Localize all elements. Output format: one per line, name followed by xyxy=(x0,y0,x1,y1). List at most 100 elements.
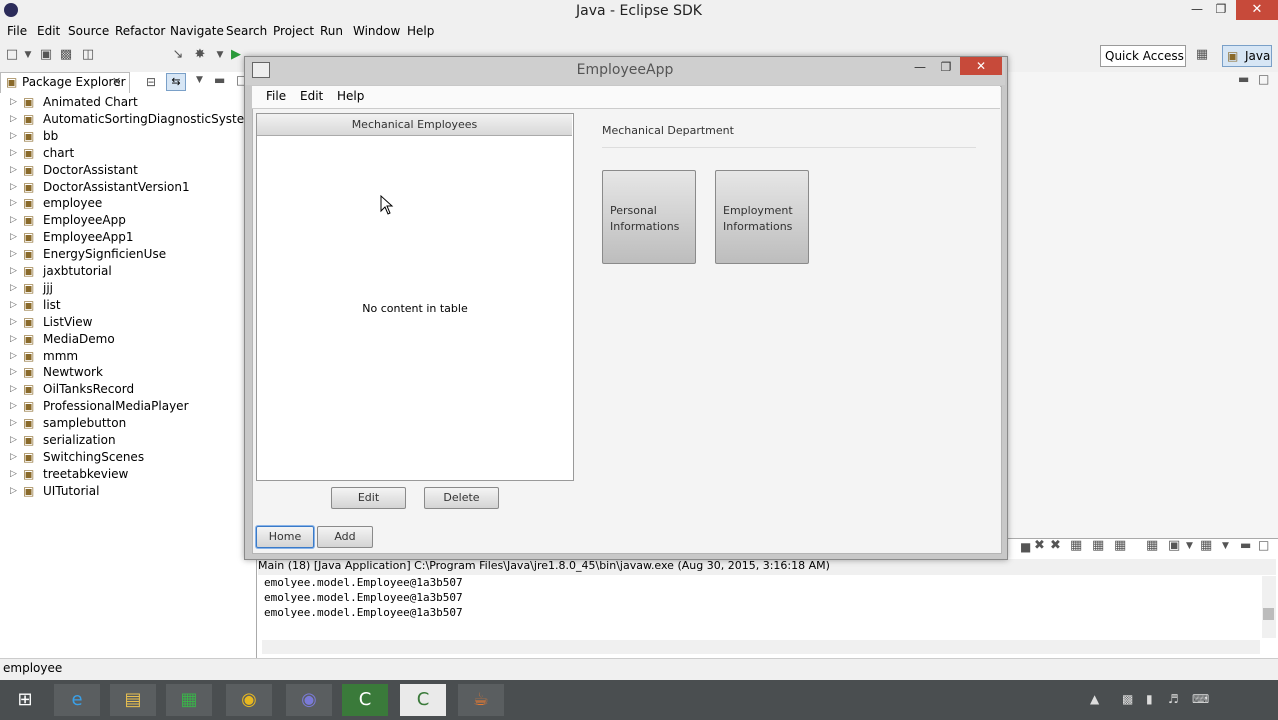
expand-arrow-icon[interactable]: ▷ xyxy=(10,246,17,263)
app-close-button[interactable]: ✕ xyxy=(960,57,1002,75)
project-tree-item[interactable]: ▷ ▣ chart xyxy=(0,145,254,162)
app-minimize-icon[interactable]: — xyxy=(910,60,930,74)
internet-explorer-icon[interactable]: e xyxy=(54,684,100,716)
project-tree-item[interactable]: ▷ ▣ DoctorAssistantVersion1 xyxy=(0,179,254,196)
menu-source[interactable]: Source xyxy=(68,24,109,38)
scroll-lock-icon[interactable]: ▦ xyxy=(1092,538,1104,553)
menu-run[interactable]: Run xyxy=(320,24,343,38)
run-icon[interactable]: ▶ xyxy=(228,47,244,63)
collapse-all-icon[interactable]: ⊟ xyxy=(146,75,156,89)
project-tree-item[interactable]: ▷ ▣ employee xyxy=(0,195,254,212)
minimize-icon[interactable]: — xyxy=(1186,2,1208,18)
expand-arrow-icon[interactable]: ▷ xyxy=(10,466,17,483)
mechanical-employees-table[interactable] xyxy=(256,113,574,481)
project-tree-item[interactable]: ▷ ▣ treetabkeview xyxy=(0,466,254,483)
word-wrap-icon[interactable]: ▦ xyxy=(1114,538,1126,553)
project-tree-item[interactable]: ▷ ▣ EmployeeApp1 xyxy=(0,229,254,246)
expand-arrow-icon[interactable]: ▷ xyxy=(10,415,17,432)
app-restore-icon[interactable]: ❐ xyxy=(936,60,956,74)
open-console-icon[interactable]: ▦ xyxy=(1200,538,1212,553)
link-with-editor-icon[interactable]: ⇆ xyxy=(166,73,186,91)
menu-help[interactable]: Help xyxy=(407,24,434,38)
minimize-editor-icon[interactable]: ▬ xyxy=(1238,72,1249,86)
camtasia-recorder-icon[interactable]: C xyxy=(400,684,446,716)
menu-refactor[interactable]: Refactor xyxy=(115,24,165,38)
project-tree-item[interactable]: ▷ ▣ EmployeeApp xyxy=(0,212,254,229)
expand-arrow-icon[interactable]: ▷ xyxy=(10,364,17,381)
expand-arrow-icon[interactable]: ▷ xyxy=(10,145,17,162)
maximize-editor-icon[interactable]: □ xyxy=(1258,72,1269,86)
edit-button[interactable]: Edit xyxy=(331,487,406,509)
tray-up-icon[interactable]: ▲ xyxy=(1090,692,1099,706)
new-icon[interactable]: □ xyxy=(4,47,20,63)
pin-console-icon[interactable]: ▦ xyxy=(1146,538,1158,553)
project-tree-item[interactable]: ▷ ▣ Newtwork xyxy=(0,364,254,381)
expand-arrow-icon[interactable]: ▷ xyxy=(10,331,17,348)
employment-informations-button[interactable]: Employment Informations xyxy=(715,170,809,264)
menu-window[interactable]: Window xyxy=(353,24,400,38)
menu-edit[interactable]: Edit xyxy=(37,24,60,38)
add-button[interactable]: Add xyxy=(317,526,373,548)
project-tree-item[interactable]: ▷ ▣ bb xyxy=(0,128,254,145)
open-console-dropdown-icon[interactable]: ▼ xyxy=(1222,541,1229,551)
expand-arrow-icon[interactable]: ▷ xyxy=(10,229,17,246)
project-tree-item[interactable]: ▷ ▣ EnergySignficienUse xyxy=(0,246,254,263)
camtasia-icon[interactable]: C xyxy=(342,684,388,716)
project-tree-item[interactable]: ▷ ▣ ListView xyxy=(0,314,254,331)
personal-informations-button[interactable]: Personal Informations xyxy=(602,170,696,264)
expand-arrow-icon[interactable]: ▷ xyxy=(10,398,17,415)
view-menu-icon[interactable]: ▼ xyxy=(196,75,203,85)
table-column-header[interactable]: Mechanical Employees xyxy=(257,114,572,136)
console-horizontal-scrollbar[interactable] xyxy=(262,640,1260,654)
quick-access-field[interactable]: Quick Access xyxy=(1100,45,1186,67)
project-tree-item[interactable]: ▷ ▣ jjj xyxy=(0,280,254,297)
project-tree-item[interactable]: ▷ ▣ list xyxy=(0,297,254,314)
minimize-console-icon[interactable]: ▬ xyxy=(1240,538,1251,552)
expand-arrow-icon[interactable]: ▷ xyxy=(10,195,17,212)
expand-arrow-icon[interactable]: ▷ xyxy=(10,212,17,229)
menu-project[interactable]: Project xyxy=(273,24,314,38)
expand-arrow-icon[interactable]: ▷ xyxy=(10,94,17,111)
menu-search[interactable]: Search xyxy=(226,24,267,38)
project-tree-item[interactable]: ▷ ▣ UITutorial xyxy=(0,483,254,500)
delete-button[interactable]: Delete xyxy=(424,487,499,509)
print-icon[interactable]: ◫ xyxy=(80,47,96,63)
project-tree-item[interactable]: ▷ ▣ ProfessionalMediaPlayer xyxy=(0,398,254,415)
maximize-console-icon[interactable]: □ xyxy=(1258,538,1269,552)
java-perspective-button[interactable]: ▣ Java xyxy=(1222,45,1272,67)
app-menu-file[interactable]: File xyxy=(266,89,286,103)
open-perspective-icon[interactable]: ▦ xyxy=(1194,47,1210,63)
home-button[interactable]: Home xyxy=(256,526,314,548)
scrollbar-thumb[interactable] xyxy=(1263,608,1274,620)
new-dropdown-icon[interactable]: ▼ xyxy=(20,47,36,63)
expand-arrow-icon[interactable]: ▷ xyxy=(10,432,17,449)
eclipse-task-icon[interactable]: ◉ xyxy=(286,684,332,716)
console-dropdown-icon[interactable]: ▼ xyxy=(1186,541,1193,551)
eclipse-close-button[interactable]: ✕ xyxy=(1236,0,1278,20)
display-console-icon[interactable]: ▣ xyxy=(1168,538,1180,553)
clear-console-icon[interactable]: ▦ xyxy=(1070,538,1082,553)
expand-arrow-icon[interactable]: ▷ xyxy=(10,111,17,128)
network-icon[interactable]: ▩ xyxy=(1122,692,1133,706)
project-tree-item[interactable]: ▷ ▣ DoctorAssistant xyxy=(0,162,254,179)
project-tree-item[interactable]: ▷ ▣ serialization xyxy=(0,432,254,449)
menu-file[interactable]: File xyxy=(7,24,27,38)
keyboard-icon[interactable]: ⌨ xyxy=(1192,692,1209,706)
project-tree-item[interactable]: ▷ ▣ OilTanksRecord xyxy=(0,381,254,398)
app-menu-edit[interactable]: Edit xyxy=(300,89,323,103)
start-icon[interactable]: ⊞ xyxy=(2,684,48,716)
project-tree-item[interactable]: ▷ ▣ Animated Chart xyxy=(0,94,254,111)
app-menu-help[interactable]: Help xyxy=(337,89,364,103)
expand-arrow-icon[interactable]: ▷ xyxy=(10,179,17,196)
volume-icon[interactable]: ♬ xyxy=(1168,692,1179,706)
expand-arrow-icon[interactable]: ▷ xyxy=(10,483,17,500)
debug-icon[interactable]: ✸ xyxy=(192,47,208,63)
expand-arrow-icon[interactable]: ▷ xyxy=(10,314,17,331)
project-tree-item[interactable]: ▷ ▣ jaxbtutorial xyxy=(0,263,254,280)
console-vertical-scrollbar[interactable] xyxy=(1262,576,1276,638)
debug-dropdown-icon[interactable]: ▼ xyxy=(212,47,228,63)
expand-arrow-icon[interactable]: ▷ xyxy=(10,348,17,365)
skip-breakpoints-icon[interactable]: ↘ xyxy=(170,47,186,63)
project-tree-item[interactable]: ▷ ▣ MediaDemo xyxy=(0,331,254,348)
menu-navigate[interactable]: Navigate xyxy=(170,24,224,38)
